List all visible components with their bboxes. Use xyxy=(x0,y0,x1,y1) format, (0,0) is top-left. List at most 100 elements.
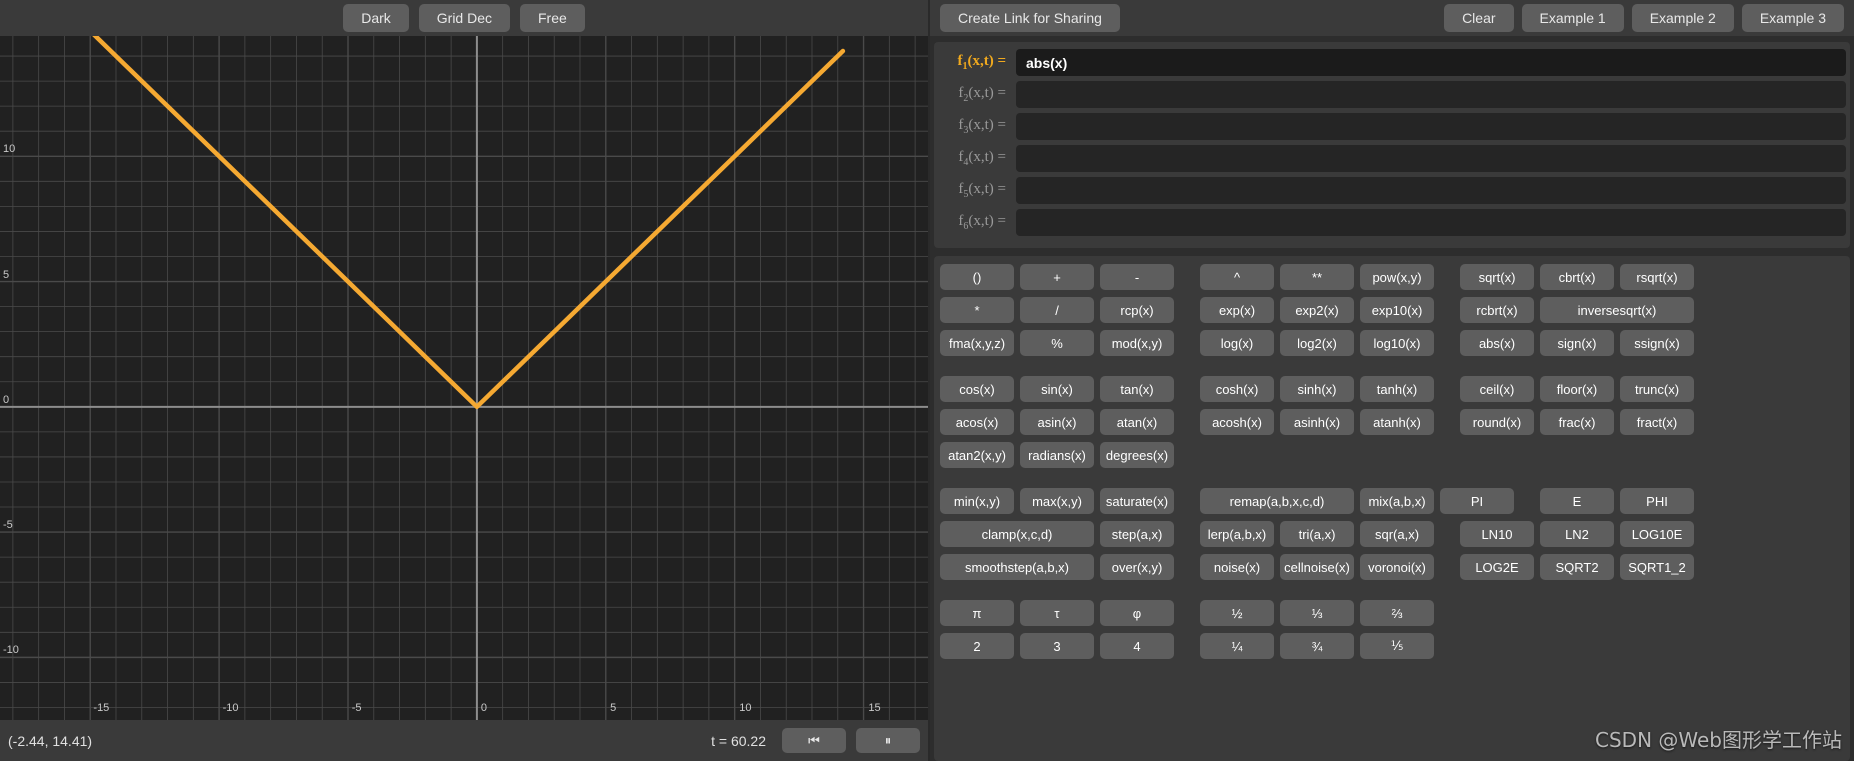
keypad-button-over-x-y[interactable]: over(x,y) xyxy=(1100,554,1174,580)
keypad-button-[interactable]: ⅔ xyxy=(1360,600,1434,626)
keypad-button-cellnoise-x[interactable]: cellnoise(x) xyxy=(1280,554,1354,580)
keypad-button-acos-x[interactable]: acos(x) xyxy=(940,409,1014,435)
theme-toggle-button[interactable]: Dark xyxy=(343,4,409,32)
example-2-button[interactable]: Example 2 xyxy=(1631,4,1734,32)
keypad-button-2[interactable]: 2 xyxy=(940,633,1014,659)
keypad-button-ln2[interactable]: LN2 xyxy=(1540,521,1614,547)
keypad-button-4[interactable]: 4 xyxy=(1100,633,1174,659)
keypad-button-step-a-x[interactable]: step(a,x) xyxy=(1100,521,1174,547)
keypad-button-sqr-a-x[interactable]: sqr(a,x) xyxy=(1360,521,1434,547)
keypad-button-log10e[interactable]: LOG10E xyxy=(1620,521,1694,547)
keypad-button-[interactable]: - xyxy=(1100,264,1174,290)
plot-canvas[interactable]: -15 -10 -5 0 5 10 15 -10 -5 0 5 10 xyxy=(0,36,928,720)
formula-input-4[interactable] xyxy=(1016,145,1846,172)
keypad-button-exp2-x[interactable]: exp2(x) xyxy=(1280,297,1354,323)
keypad-button-atan-x[interactable]: atan(x) xyxy=(1100,409,1174,435)
keypad-button-pow-x-y[interactable]: pow(x,y) xyxy=(1360,264,1434,290)
keypad-button-trunc-x[interactable]: trunc(x) xyxy=(1620,376,1694,402)
keypad-button-ssign-x[interactable]: ssign(x) xyxy=(1620,330,1694,356)
keypad-button-asin-x[interactable]: asin(x) xyxy=(1020,409,1094,435)
keypad-button-sinh-x[interactable]: sinh(x) xyxy=(1280,376,1354,402)
keypad-button-asinh-x[interactable]: asinh(x) xyxy=(1280,409,1354,435)
keypad-button-log-x[interactable]: log(x) xyxy=(1200,330,1274,356)
keypad-button-sqrt-x[interactable]: sqrt(x) xyxy=(1460,264,1534,290)
keypad-button-[interactable]: ¼ xyxy=(1200,633,1274,659)
keypad-button-[interactable]: ** xyxy=(1280,264,1354,290)
keypad-button-radians-x[interactable]: radians(x) xyxy=(1020,442,1094,468)
keypad-button-[interactable]: % xyxy=(1020,330,1094,356)
keypad-button-[interactable]: * xyxy=(940,297,1014,323)
keypad-button-cos-x[interactable]: cos(x) xyxy=(940,376,1014,402)
keypad-button-mod-x-y[interactable]: mod(x,y) xyxy=(1100,330,1174,356)
example-3-button[interactable]: Example 3 xyxy=(1741,4,1844,32)
keypad-button-inversesqrt-x[interactable]: inversesqrt(x) xyxy=(1540,297,1694,323)
keypad-button-abs-x[interactable]: abs(x) xyxy=(1460,330,1534,356)
keypad-button-rcp-x[interactable]: rcp(x) xyxy=(1100,297,1174,323)
keypad-button-remap-a-b-x-c-d[interactable]: remap(a,b,x,c,d) xyxy=(1200,488,1354,514)
keypad-button-cbrt-x[interactable]: cbrt(x) xyxy=(1540,264,1614,290)
keypad-button-[interactable]: ½ xyxy=(1200,600,1274,626)
keypad-button-sqrt2[interactable]: SQRT2 xyxy=(1540,554,1614,580)
keypad-button-sqrt1-2[interactable]: SQRT1_2 xyxy=(1620,554,1694,580)
keypad-button-cosh-x[interactable]: cosh(x) xyxy=(1200,376,1274,402)
keypad-button-ceil-x[interactable]: ceil(x) xyxy=(1460,376,1534,402)
keypad-button-[interactable]: τ xyxy=(1020,600,1094,626)
aspect-mode-button[interactable]: Free xyxy=(520,4,585,32)
keypad-button-lerp-a-b-x[interactable]: lerp(a,b,x) xyxy=(1200,521,1274,547)
keypad-button-voronoi-x[interactable]: voronoi(x) xyxy=(1360,554,1434,580)
keypad-button-tan-x[interactable]: tan(x) xyxy=(1100,376,1174,402)
keypad-button-round-x[interactable]: round(x) xyxy=(1460,409,1534,435)
keypad-button-pi[interactable]: PI xyxy=(1440,488,1514,514)
keypad-button-[interactable]: ⅓ xyxy=(1280,600,1354,626)
keypad-button-floor-x[interactable]: floor(x) xyxy=(1540,376,1614,402)
restart-button[interactable]: ⏮ xyxy=(782,728,846,753)
keypad-button-tri-a-x[interactable]: tri(a,x) xyxy=(1280,521,1354,547)
keypad-button-rcbrt-x[interactable]: rcbrt(x) xyxy=(1460,297,1534,323)
clear-button[interactable]: Clear xyxy=(1444,4,1514,32)
keypad-button-tanh-x[interactable]: tanh(x) xyxy=(1360,376,1434,402)
formula-input-5[interactable] xyxy=(1016,177,1846,204)
keypad-button-3[interactable]: 3 xyxy=(1020,633,1094,659)
formula-input-2[interactable] xyxy=(1016,81,1846,108)
keypad-button-phi[interactable]: PHI xyxy=(1620,488,1694,514)
keypad-button-clamp-x-c-d[interactable]: clamp(x,c,d) xyxy=(940,521,1094,547)
pause-button[interactable]: ⏸ xyxy=(856,728,920,753)
keypad-button-log10-x[interactable]: log10(x) xyxy=(1360,330,1434,356)
keypad-button-noise-x[interactable]: noise(x) xyxy=(1200,554,1274,580)
keypad-button-ln10[interactable]: LN10 xyxy=(1460,521,1534,547)
keypad-button-log2e[interactable]: LOG2E xyxy=(1460,554,1534,580)
keypad-button-min-x-y[interactable]: min(x,y) xyxy=(940,488,1014,514)
keypad-button-max-x-y[interactable]: max(x,y) xyxy=(1020,488,1094,514)
keypad-button-[interactable]: / xyxy=(1020,297,1094,323)
keypad-button-sign-x[interactable]: sign(x) xyxy=(1540,330,1614,356)
keypad-button-mix-a-b-x[interactable]: mix(a,b,x) xyxy=(1360,488,1434,514)
keypad-button-exp10-x[interactable]: exp10(x) xyxy=(1360,297,1434,323)
keypad-button-fract-x[interactable]: fract(x) xyxy=(1620,409,1694,435)
example-1-button[interactable]: Example 1 xyxy=(1521,4,1624,32)
formula-input-1[interactable] xyxy=(1016,49,1846,76)
keypad-button-[interactable]: π xyxy=(940,600,1014,626)
keypad-button-[interactable]: ⅕ xyxy=(1360,633,1434,659)
create-link-button[interactable]: Create Link for Sharing xyxy=(940,4,1120,32)
keypad-button-atanh-x[interactable]: atanh(x) xyxy=(1360,409,1434,435)
keypad-button-[interactable]: () xyxy=(940,264,1014,290)
keypad-button-[interactable]: ¾ xyxy=(1280,633,1354,659)
keypad-button-[interactable]: ^ xyxy=(1200,264,1274,290)
keypad-button-rsqrt-x[interactable]: rsqrt(x) xyxy=(1620,264,1694,290)
grid-mode-button[interactable]: Grid Dec xyxy=(418,4,510,32)
keypad-button-degrees-x[interactable]: degrees(x) xyxy=(1100,442,1174,468)
keypad-button-exp-x[interactable]: exp(x) xyxy=(1200,297,1274,323)
keypad-button-e[interactable]: E xyxy=(1540,488,1614,514)
keypad-button-log2-x[interactable]: log2(x) xyxy=(1280,330,1354,356)
keypad-button-atan2-x-y[interactable]: atan2(x,y) xyxy=(940,442,1014,468)
keypad-button-sin-x[interactable]: sin(x) xyxy=(1020,376,1094,402)
keypad-button-smoothstep-a-b-x[interactable]: smoothstep(a,b,x) xyxy=(940,554,1094,580)
formula-input-3[interactable] xyxy=(1016,113,1846,140)
keypad-button-fma-x-y-z[interactable]: fma(x,y,z) xyxy=(940,330,1014,356)
formula-input-6[interactable] xyxy=(1016,209,1846,236)
keypad-button-acosh-x[interactable]: acosh(x) xyxy=(1200,409,1274,435)
keypad-button-saturate-x[interactable]: saturate(x) xyxy=(1100,488,1174,514)
keypad-button-frac-x[interactable]: frac(x) xyxy=(1540,409,1614,435)
keypad-button-[interactable]: + xyxy=(1020,264,1094,290)
keypad-button-[interactable]: φ xyxy=(1100,600,1174,626)
